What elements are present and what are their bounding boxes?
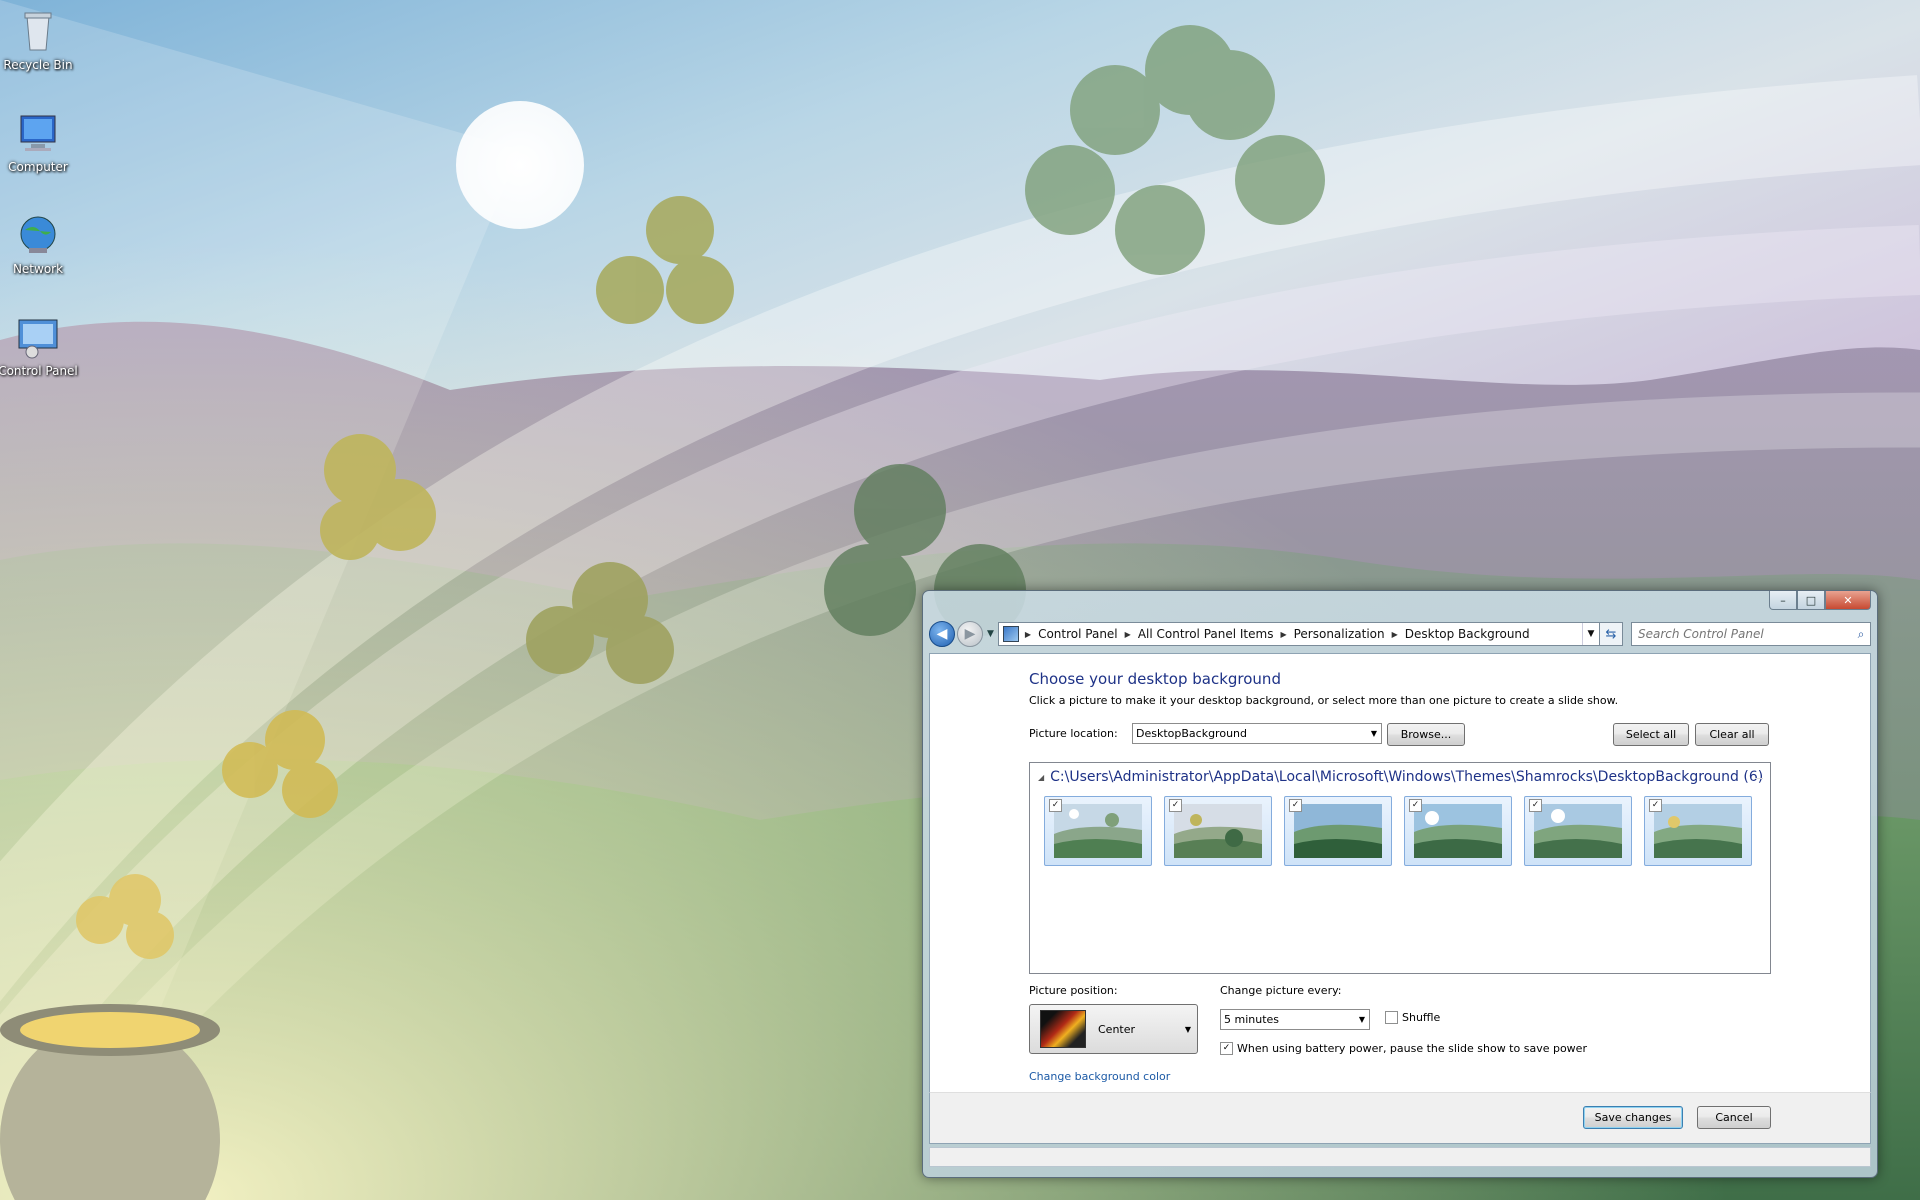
chevron-down-icon: ▼: [1184, 1024, 1191, 1034]
picture-location-label: Picture location:: [1029, 727, 1118, 740]
wallpaper-preview-image: [1654, 804, 1742, 858]
search-icon[interactable]: ⌕: [1852, 627, 1870, 642]
maximize-button[interactable]: □: [1797, 591, 1825, 610]
desktop-icon-label: Recycle Bin: [3, 58, 73, 72]
desktop-icon-network[interactable]: Network: [0, 212, 83, 276]
group-header-path: C:\Users\Administrator\AppData\Local\Mic…: [1050, 769, 1764, 785]
breadcrumb-personalization[interactable]: Personalization: [1294, 627, 1385, 641]
thumbnail-checkbox[interactable]: ✓: [1529, 799, 1542, 812]
wallpaper-thumbnail-6[interactable]: ✓: [1644, 796, 1752, 866]
wallpaper-thumbnail-4[interactable]: ✓: [1404, 796, 1512, 866]
back-arrow-icon: ◀: [936, 626, 948, 642]
shuffle-checkbox[interactable]: [1385, 1011, 1398, 1024]
chevron-right-icon[interactable]: ▶: [1025, 630, 1031, 639]
wallpaper-thumbnail-2[interactable]: ✓: [1164, 796, 1272, 866]
chevron-down-icon: ▼: [1370, 729, 1378, 738]
chevron-right-icon[interactable]: ▶: [1280, 630, 1286, 639]
refresh-icon: ⇆: [1605, 626, 1617, 642]
thumbnail-checkbox[interactable]: ✓: [1409, 799, 1422, 812]
computer-icon: [15, 110, 61, 156]
address-bar[interactable]: ▶ Control Panel ▶ All Control Panel Item…: [997, 622, 1600, 646]
picture-position-dropdown[interactable]: Center ▼: [1029, 1004, 1198, 1054]
thumbnail-checkbox[interactable]: ✓: [1649, 799, 1662, 812]
gallery-group-header[interactable]: ◢ C:\Users\Administrator\AppData\Local\M…: [1038, 769, 1763, 785]
chevron-right-icon[interactable]: ▶: [1392, 630, 1398, 639]
wallpaper-thumbnail-5[interactable]: ✓: [1524, 796, 1632, 866]
wallpaper-preview-image: [1054, 804, 1142, 858]
search-input[interactable]: [1632, 626, 1852, 642]
desktop-icon-label: Computer: [8, 160, 68, 174]
wallpaper-thumbnail-3[interactable]: ✓: [1284, 796, 1392, 866]
content-pane: Choose your desktop background Click a p…: [929, 653, 1871, 1093]
battery-option[interactable]: ✓ When using battery power, pause the sl…: [1220, 1042, 1587, 1055]
forward-arrow-icon: ▶: [964, 626, 976, 642]
picture-position-value: Center: [1098, 1022, 1136, 1036]
close-button[interactable]: ✕: [1825, 591, 1871, 610]
shuffle-label: Shuffle: [1402, 1011, 1441, 1024]
save-changes-button[interactable]: Save changes: [1583, 1106, 1683, 1129]
thumbnail-list: ✓ ✓ ✓ ✓ ✓ ✓: [1044, 796, 1752, 866]
thumbnail-checkbox[interactable]: ✓: [1289, 799, 1302, 812]
change-picture-label: Change picture every:: [1220, 984, 1342, 997]
select-all-button[interactable]: Select all: [1613, 723, 1689, 746]
forward-button[interactable]: ▶: [957, 621, 983, 647]
change-interval-select[interactable]: 5 minutes ▼: [1220, 1009, 1370, 1030]
desktop-icon-computer[interactable]: Computer: [0, 110, 83, 174]
shuffle-option[interactable]: Shuffle: [1385, 1011, 1440, 1024]
search-box[interactable]: ⌕: [1631, 622, 1871, 646]
chevron-down-icon: ▼: [1358, 1015, 1366, 1024]
breadcrumb-control-panel[interactable]: Control Panel: [1038, 627, 1118, 641]
collapse-triangle-icon[interactable]: ◢: [1038, 773, 1044, 782]
picture-location-select[interactable]: DesktopBackground ▼: [1132, 723, 1382, 744]
wallpaper-preview-image: [1294, 804, 1382, 858]
change-interval-value: 5 minutes: [1224, 1013, 1280, 1026]
chevron-right-icon[interactable]: ▶: [1125, 630, 1131, 639]
wallpaper-thumbnail-1[interactable]: ✓: [1044, 796, 1152, 866]
breadcrumb-desktop-background[interactable]: Desktop Background: [1405, 627, 1530, 641]
back-button[interactable]: ◀: [929, 621, 955, 647]
minimize-button[interactable]: –: [1769, 591, 1797, 610]
battery-checkbox[interactable]: ✓: [1220, 1042, 1233, 1055]
caption-buttons: – □ ✕: [1769, 591, 1871, 610]
clear-all-button[interactable]: Clear all: [1695, 723, 1769, 746]
desktop-icon-control-panel[interactable]: Control Panel: [0, 314, 83, 378]
address-dropdown-icon[interactable]: ▼: [1582, 623, 1599, 645]
thumbnail-checkbox[interactable]: ✓: [1169, 799, 1182, 812]
navigation-bar: ◀ ▶ ▼ ▶ Control Panel ▶ All Control Pane…: [929, 619, 1871, 649]
control-panel-icon: [15, 314, 61, 360]
picture-gallery: ◢ C:\Users\Administrator\AppData\Local\M…: [1029, 762, 1771, 974]
browse-button[interactable]: Browse...: [1387, 723, 1465, 746]
change-background-color-link[interactable]: Change background color: [1029, 1070, 1170, 1083]
desktop-background-window: – □ ✕ ◀ ▶ ▼ ▶ Control Panel ▶ All Contro…: [922, 590, 1878, 1178]
wallpaper-preview-image: [1174, 804, 1262, 858]
picture-location-value: DesktopBackground: [1136, 727, 1247, 740]
thumbnail-checkbox[interactable]: ✓: [1049, 799, 1062, 812]
position-preview-image: [1040, 1010, 1086, 1048]
wallpaper-preview-image: [1534, 804, 1622, 858]
control-panel-small-icon: [1002, 626, 1019, 642]
network-icon: [15, 212, 61, 258]
status-bar: [929, 1147, 1871, 1167]
page-title: Choose your desktop background: [1029, 670, 1281, 688]
page-subtitle: Click a picture to make it your desktop …: [1029, 694, 1619, 707]
breadcrumb-all-control-panel-items[interactable]: All Control Panel Items: [1138, 627, 1274, 641]
dialog-footer: Save changes Cancel: [929, 1092, 1871, 1144]
battery-label: When using battery power, pause the slid…: [1237, 1042, 1587, 1055]
wallpaper-preview-image: [1414, 804, 1502, 858]
cancel-button[interactable]: Cancel: [1697, 1106, 1771, 1129]
refresh-button[interactable]: ⇆: [1600, 622, 1623, 646]
desktop-icon-label: Control Panel: [0, 364, 78, 378]
recycle-bin-icon: [15, 8, 61, 54]
picture-position-label: Picture position:: [1029, 984, 1118, 997]
recent-pages-dropdown-icon[interactable]: ▼: [987, 629, 994, 639]
desktop-icon-recycle-bin[interactable]: Recycle Bin: [0, 8, 83, 72]
desktop-icon-label: Network: [12, 262, 64, 276]
group-divider: [1755, 778, 1763, 779]
